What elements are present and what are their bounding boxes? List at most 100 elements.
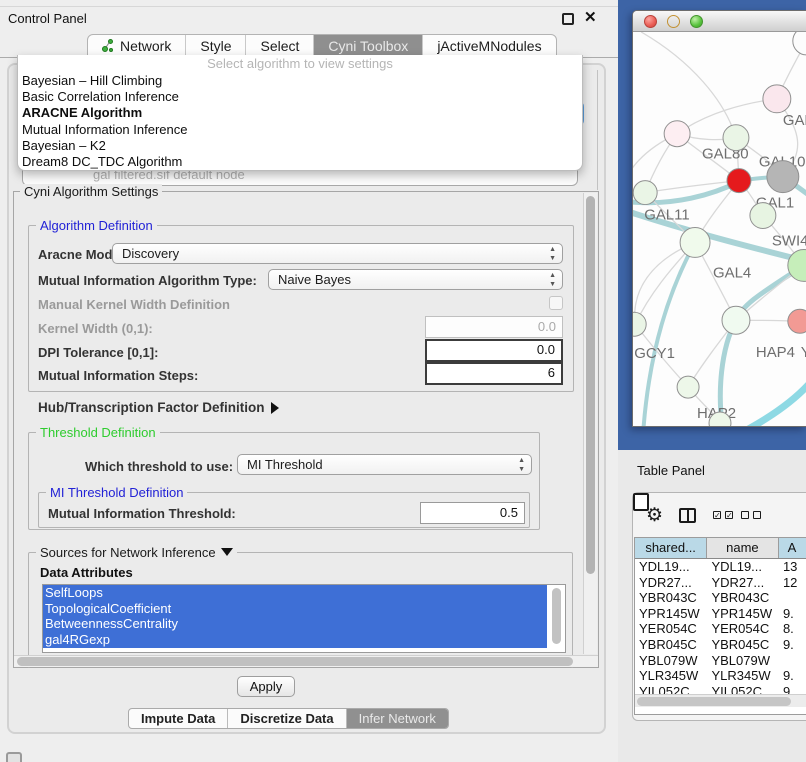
attribute-list-item[interactable]: gal4RGexp — [43, 632, 547, 648]
table-cell: 9. — [779, 606, 806, 622]
attribute-list-item[interactable]: BetweennessCentrality — [43, 616, 547, 632]
network-node-GAL1[interactable] — [727, 169, 751, 193]
aracne-mode-combo[interactable]: Discovery ▲▼ — [112, 243, 563, 264]
manual-kernel-label: Manual Kernel Width Definition — [38, 297, 230, 312]
collapse-down-icon — [221, 548, 233, 556]
table-cell: YPR145W — [707, 606, 779, 622]
network-node[interactable] — [793, 32, 806, 55]
network-edge[interactable] — [743, 382, 806, 427]
table-row[interactable]: YDR27...YDR27...12 — [635, 575, 806, 591]
settings-hscrollbar-thumb[interactable] — [17, 657, 573, 666]
table-row[interactable]: YPR145WYPR145W9. — [635, 606, 806, 622]
table-row[interactable]: YBR045CYBR045C9. — [635, 637, 806, 653]
tab-cyni-toolbox[interactable]: Cyni Toolbox — [314, 35, 423, 57]
table-row[interactable]: YBL079WYBL079W — [635, 653, 806, 669]
node-label: GAL4 — [713, 264, 751, 281]
list-scrollbar[interactable] — [552, 588, 561, 644]
tab-select[interactable]: Select — [246, 35, 314, 57]
mi-type-label: Mutual Information Algorithm Type: — [38, 273, 257, 288]
network-node-GAL4[interactable] — [680, 228, 710, 258]
table-hscrollbar-thumb[interactable] — [637, 697, 791, 706]
tab-label: Infer Network — [359, 711, 436, 726]
table-cell: 12 — [779, 575, 806, 591]
gear-icon[interactable]: ⚙ — [646, 504, 663, 527]
dropdown-prompt: Select algorithm to view settings — [18, 55, 582, 73]
dropdown-item[interactable]: Bayesian – K2 — [18, 138, 582, 154]
checked-column-icon[interactable]: ✓ — [725, 511, 733, 519]
settings-vscrollbar-thumb[interactable] — [586, 196, 595, 574]
dpi-tolerance-label: DPI Tolerance [0,1]: — [38, 345, 158, 360]
tab-label: Network — [120, 38, 171, 54]
which-threshold-combo[interactable]: MI Threshold ▲▼ — [237, 454, 532, 475]
attribute-list-item[interactable]: TopologicalCoefficient — [43, 601, 547, 617]
network-node-Y[interactable] — [788, 309, 806, 333]
network-window-titlebar[interactable] — [633, 11, 806, 32]
network-node-SWI4[interactable] — [750, 203, 776, 229]
network-node-HAP2[interactable] — [677, 376, 699, 398]
table-row[interactable]: YLR345WYLR345W9. — [635, 668, 806, 684]
column-header-next[interactable]: A — [779, 538, 806, 558]
dpi-tolerance-field[interactable]: 0.0 — [425, 339, 563, 362]
bottom-tab-bar: Impute Data Discretize Data Infer Networ… — [128, 708, 449, 729]
data-attributes-list[interactable]: SelfLoopsTopologicalCoefficientBetweenne… — [42, 584, 566, 653]
spinner-icon: ▲▼ — [549, 245, 556, 263]
table-cell: 8. — [779, 621, 806, 637]
mi-steps-field[interactable]: 6 — [425, 362, 563, 385]
column-header-shared[interactable]: shared... — [635, 538, 707, 558]
network-node-GCY1[interactable] — [633, 312, 646, 336]
zoom-traffic-icon[interactable] — [690, 15, 703, 28]
attribute-list-item[interactable]: SelfLoops — [43, 585, 547, 601]
tab-impute-data[interactable]: Impute Data — [129, 709, 228, 728]
tab-label: Style — [200, 38, 231, 54]
minimize-traffic-icon[interactable] — [667, 15, 680, 28]
table-cell: 9. — [779, 668, 806, 684]
tab-jactivemnodules[interactable]: jActiveMNodules — [423, 35, 555, 57]
network-edge[interactable] — [643, 242, 695, 427]
table-row[interactable]: YBR043CYBR043C — [635, 590, 806, 606]
dropdown-item[interactable]: Dream8 DC_TDC Algorithm — [18, 154, 582, 170]
network-node-GAL[interactable] — [763, 85, 791, 113]
table-cell — [779, 590, 806, 606]
split-columns-icon[interactable] — [679, 508, 696, 523]
network-window[interactable]: GALGAL80GAL10GAL1GAL11SWI4GAL4GCY1HAP4YH… — [632, 10, 806, 427]
network-node-GAL80[interactable] — [664, 121, 690, 147]
tab-style[interactable]: Style — [186, 35, 246, 57]
mi-threshold-field[interactable]: 0.5 — [420, 502, 525, 524]
close-icon[interactable]: ✕ — [584, 8, 597, 26]
table-row[interactable]: YER054CYER054C8. — [635, 621, 806, 637]
hub-definition-toggle[interactable]: Hub/Transcription Factor Definition — [38, 400, 279, 415]
node-table: shared... name A YDL19...YDL19...13YDR27… — [634, 537, 806, 715]
spinner-icon: ▲▼ — [518, 456, 525, 474]
apply-button[interactable]: Apply — [237, 676, 295, 697]
network-node[interactable] — [767, 161, 799, 193]
tab-discretize-data[interactable]: Discretize Data — [228, 709, 346, 728]
network-node-GAL10[interactable] — [723, 125, 749, 151]
control-panel: Control Panel ✕ Network Style Select Cyn… — [0, 0, 618, 762]
checked-column-icon[interactable]: ✓ — [713, 511, 721, 519]
dropdown-item[interactable]: ARACNE Algorithm — [18, 105, 582, 121]
table-cell: YER054C — [707, 621, 779, 637]
network-canvas[interactable]: GALGAL80GAL10GAL1GAL11SWI4GAL4GCY1HAP4YH… — [633, 32, 806, 427]
dropdown-item[interactable]: Bayesian – Hill Climbing — [18, 73, 582, 89]
tab-network[interactable]: Network — [88, 35, 186, 57]
tab-infer-network[interactable]: Infer Network — [347, 709, 448, 728]
table-cell — [779, 653, 806, 669]
close-traffic-icon[interactable] — [644, 15, 657, 28]
network-node-HAP4[interactable] — [722, 306, 750, 334]
manual-kernel-checkbox[interactable] — [549, 296, 563, 310]
sources-toggle[interactable]: Sources for Network Inference — [36, 545, 237, 560]
table-row[interactable]: YDL19...YDL19...13 — [635, 559, 806, 575]
network-edge[interactable] — [641, 32, 736, 138]
unchecked-column-icon[interactable] — [741, 511, 749, 519]
column-header-name[interactable]: name — [707, 538, 778, 558]
network-node-GAL11[interactable] — [633, 181, 657, 205]
mi-type-combo[interactable]: Naive Bayes ▲▼ — [268, 269, 563, 290]
dropdown-item[interactable]: Basic Correlation Inference — [18, 89, 582, 105]
table-hscrollbar[interactable] — [635, 694, 806, 707]
unchecked-column-icon[interactable] — [753, 511, 761, 519]
collapsed-panel-icon[interactable] — [6, 752, 22, 762]
table-cell: YDL19... — [707, 559, 779, 575]
network-icon — [102, 39, 115, 53]
float-window-icon[interactable] — [562, 13, 574, 25]
dropdown-item[interactable]: Mutual Information Inference — [18, 122, 582, 138]
